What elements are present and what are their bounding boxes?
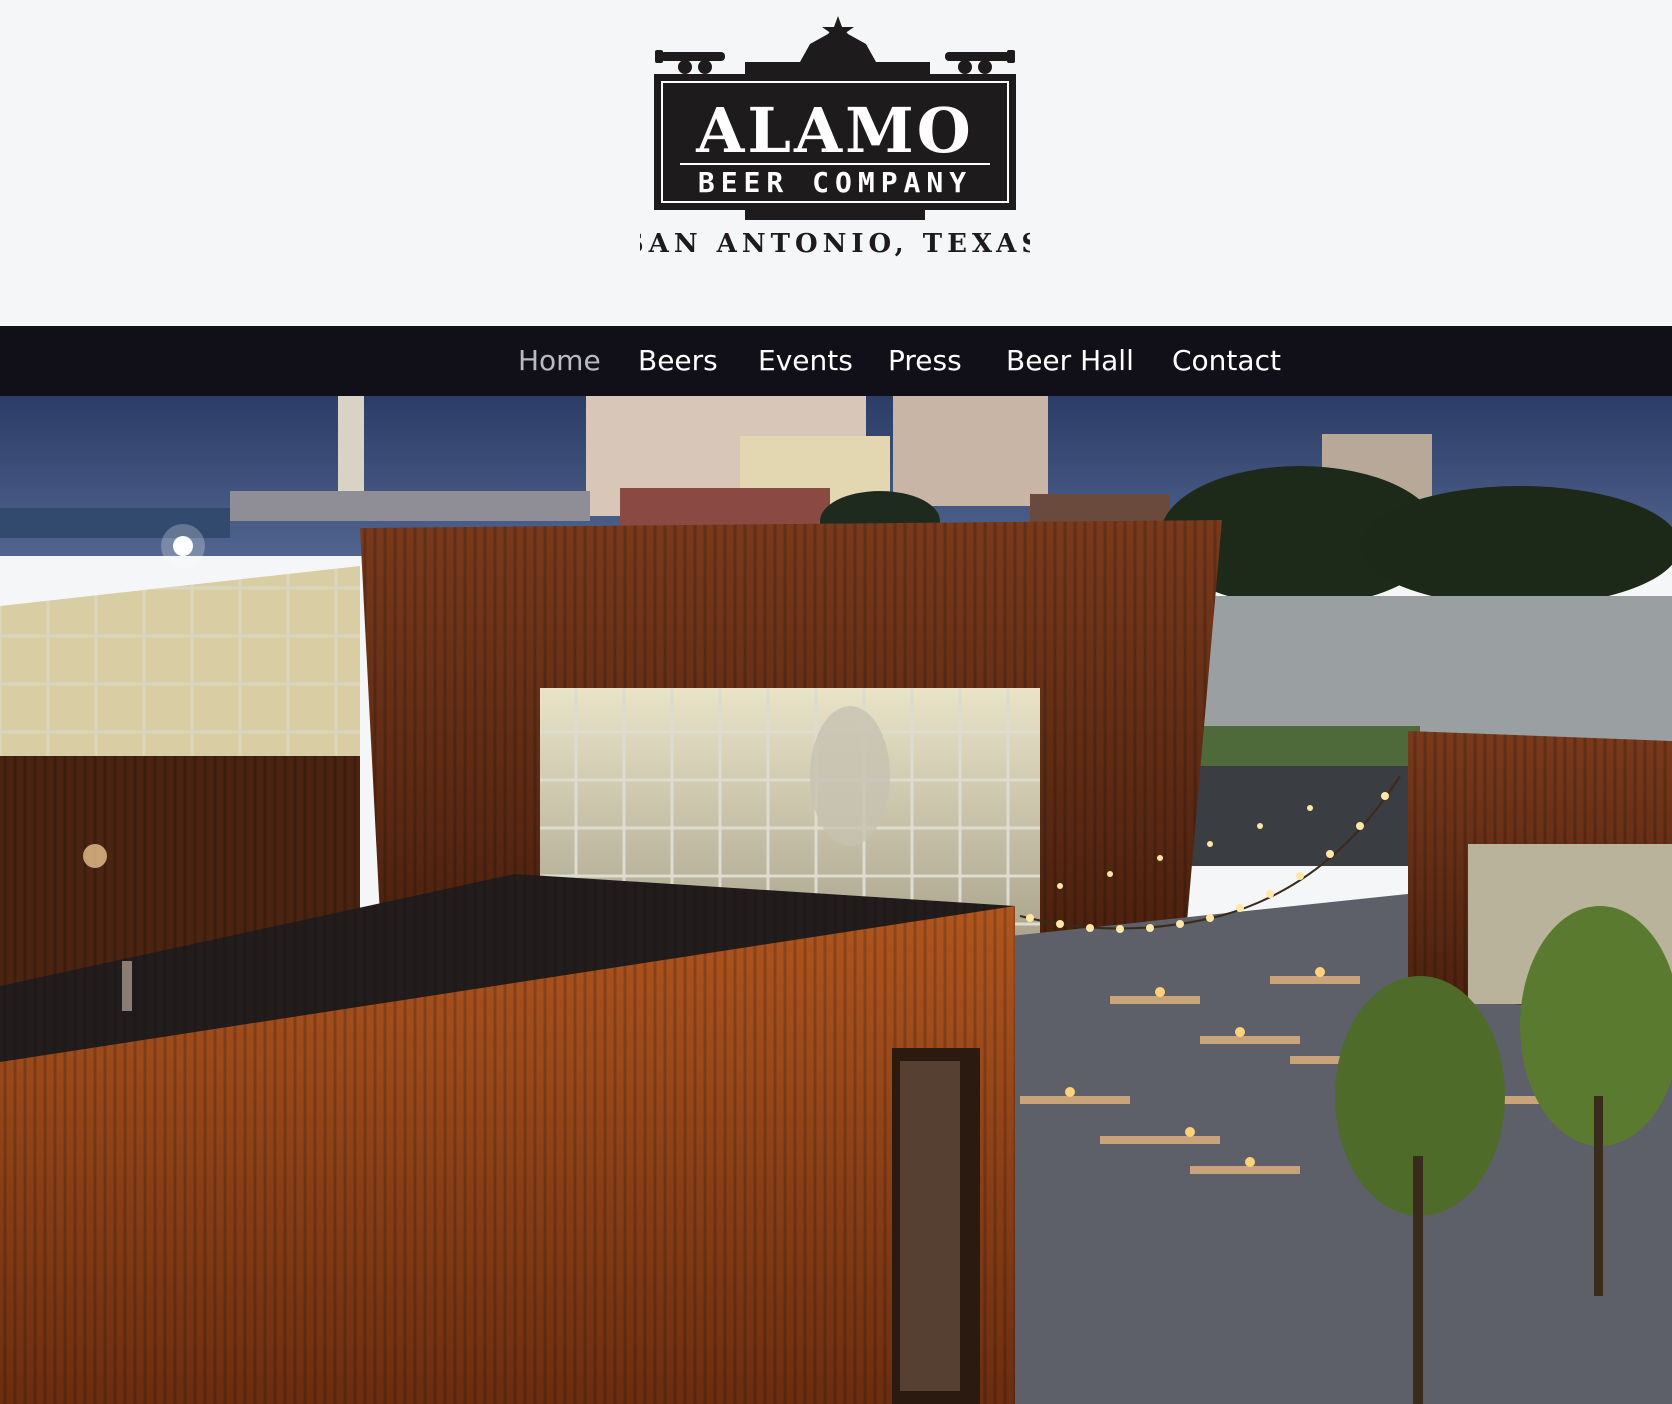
- hero-image: [0, 396, 1672, 1404]
- left-cannon-icon: [655, 50, 725, 74]
- right-cannon-icon: [945, 50, 1015, 74]
- nav-item-press[interactable]: Press: [888, 346, 962, 376]
- brand-subtitle: BEER COMPANY: [698, 166, 972, 199]
- nav-item-beer-hall[interactable]: Beer Hall: [1006, 346, 1134, 376]
- main-navigation: Home Beers Events Press Beer Hall Contac…: [0, 326, 1672, 396]
- nav-item-contact[interactable]: Contact: [1172, 346, 1281, 376]
- alamo-logo[interactable]: ALAMO BEER COMPANY SAN ANTONIO, TEXAS: [640, 12, 1030, 262]
- site-header: ALAMO BEER COMPANY SAN ANTONIO, TEXAS: [0, 0, 1672, 326]
- nav-item-beers[interactable]: Beers: [638, 346, 718, 376]
- nav-item-events[interactable]: Events: [758, 346, 853, 376]
- brand-name: ALAMO: [695, 94, 973, 167]
- brand-location: SAN ANTONIO, TEXAS: [640, 229, 1030, 259]
- alamo-parapet-shape: [745, 27, 930, 74]
- brewery-photo-icon: [0, 396, 1672, 1404]
- nav-item-home[interactable]: Home: [518, 346, 601, 376]
